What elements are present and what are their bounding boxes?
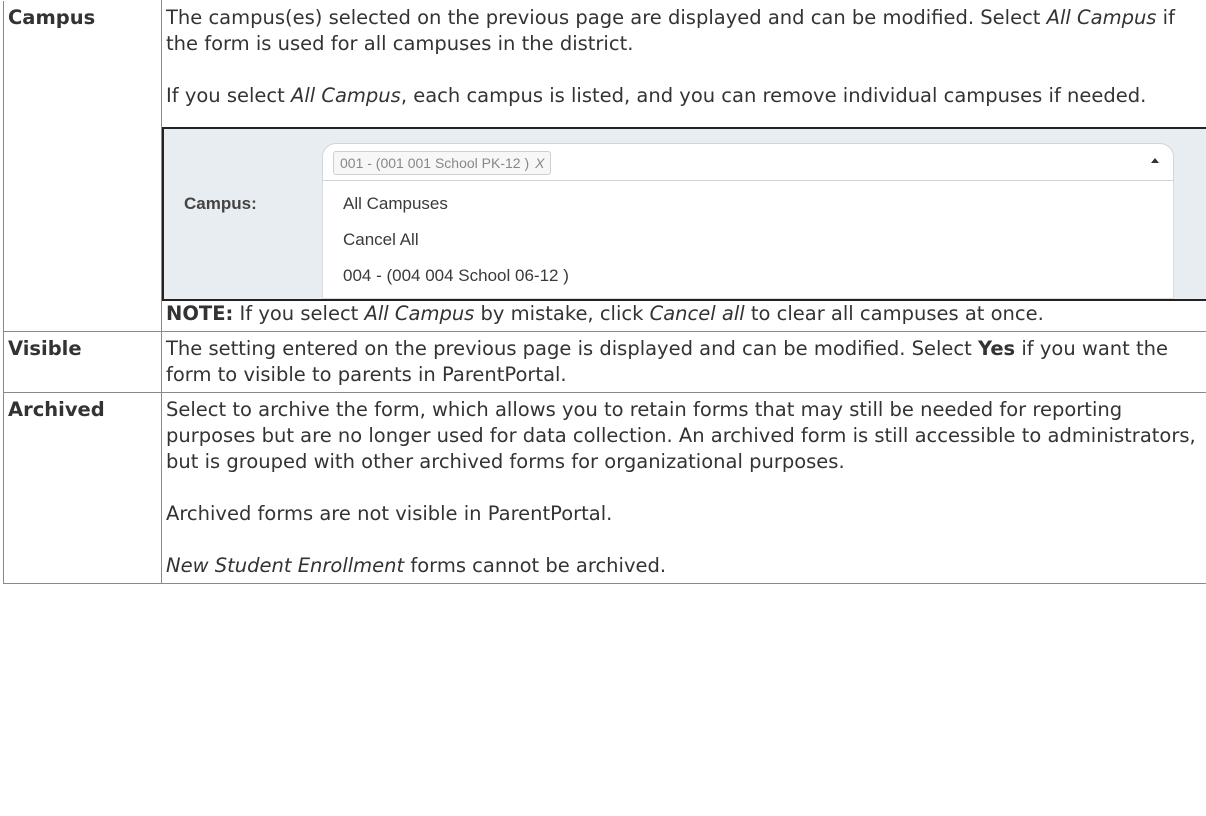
selected-campus-chip[interactable]: 001 - (001 001 School PK-12 ) X: [333, 151, 552, 175]
campus-paragraph-2: If you select All Campus, each campus is…: [166, 84, 1147, 107]
archived-paragraph-1: Select to archive the form, which allows…: [166, 398, 1196, 473]
definition-visible: The setting entered on the previous page…: [161, 331, 1206, 393]
dropdown-item-cancel-all[interactable]: Cancel All: [343, 227, 419, 253]
table-row-campus: Campus The campus(es) selected on the pr…: [3, 0, 1206, 332]
campus-note: NOTE: If you select All Campus by mistak…: [166, 302, 1044, 325]
campus-paragraph-1: The campus(es) selected on the previous …: [166, 6, 1175, 55]
campus-multiselect[interactable]: 001 - (001 001 School PK-12 ) X: [322, 143, 1174, 181]
archived-paragraph-2: Archived forms are not visible in Parent…: [166, 502, 613, 525]
term-archived: Archived: [3, 392, 162, 584]
dropdown-item-campus-004[interactable]: 004 - (004 004 School 06-12 ): [343, 263, 569, 289]
archived-paragraph-3: New Student Enrollment forms cannot be a…: [166, 554, 667, 577]
term-campus: Campus: [3, 0, 162, 332]
term-visible: Visible: [3, 331, 162, 393]
campus-dropdown-list: All Campuses Cancel All 004 - (004 004 S…: [322, 181, 1174, 299]
table-row-visible: Visible The setting entered on the previ…: [3, 331, 1206, 393]
definition-table: Campus The campus(es) selected on the pr…: [3, 0, 1206, 584]
remove-chip-icon[interactable]: X: [535, 155, 544, 171]
campus-field-label: Campus:: [184, 194, 257, 213]
table-row-archived: Archived Select to archive the form, whi…: [3, 392, 1206, 584]
definition-campus: The campus(es) selected on the previous …: [161, 0, 1206, 332]
definition-archived: Select to archive the form, which allows…: [161, 392, 1206, 584]
dropdown-item-all-campuses[interactable]: All Campuses: [343, 191, 448, 217]
campus-selector-screenshot: Campus: 001 - (001 001 School PK-12 ) X A…: [162, 127, 1206, 301]
caret-up-icon[interactable]: [1151, 158, 1159, 163]
